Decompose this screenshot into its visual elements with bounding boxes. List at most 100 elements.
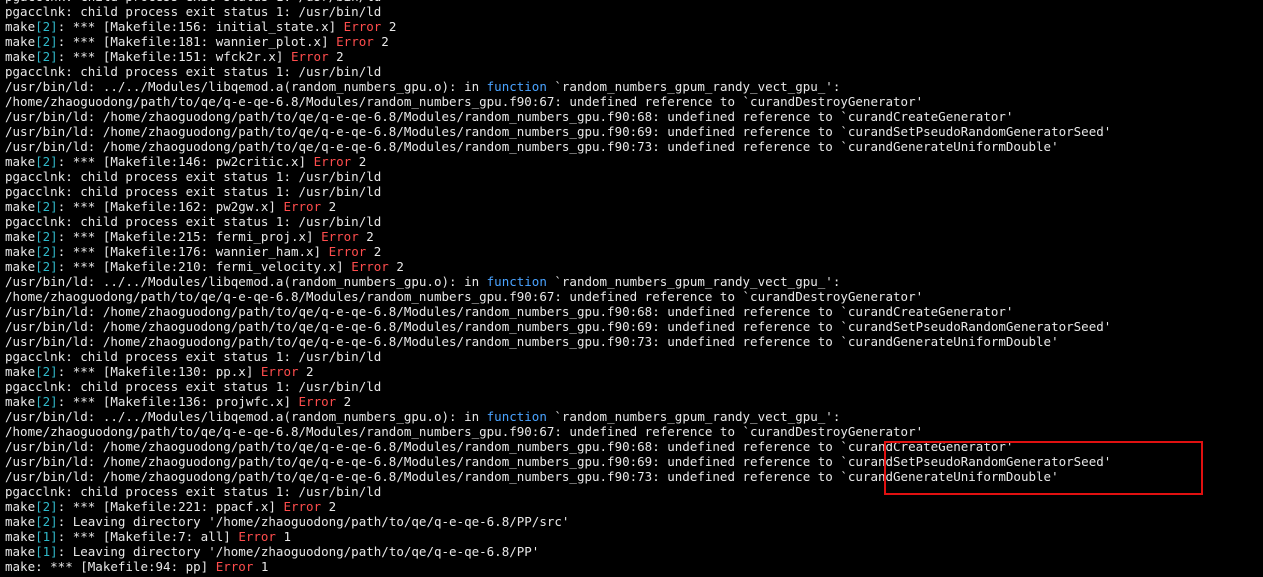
terminal-line: /usr/bin/ld: /home/zhaoguodong/path/to/q… [5,139,1263,154]
terminal-text-segment: 2 [373,34,389,49]
terminal-text-segment: /usr/bin/ld: /home/zhaoguodong/path/to/q… [5,124,1112,139]
terminal-text-segment: /usr/bin/ld: ../../Modules/libqemod.a(ra… [5,79,487,94]
terminal-text-segment: /usr/bin/ld: /home/zhaoguodong/path/to/q… [5,454,1112,469]
terminal-text-segment: /usr/bin/ld: /home/zhaoguodong/path/to/q… [5,439,1014,454]
terminal-text-segment: : *** [Makefile:7: all] [57,529,239,544]
terminal-text-segment: 2 [336,394,352,409]
terminal-text-segment: 2 [358,229,374,244]
terminal-text-segment: Error [260,364,299,379]
terminal-line: /usr/bin/ld: /home/zhaoguodong/path/to/q… [5,454,1263,469]
terminal-text-segment: 2 [381,19,397,34]
terminal-line: make[2]: *** [Makefile:215: fermi_proj.x… [5,229,1263,244]
terminal-text-segment: [2] [35,394,58,409]
terminal-text-segment: make [5,154,36,169]
terminal-line: make[2]: *** [Makefile:151: wfck2r.x] Er… [5,49,1263,64]
terminal-text-segment: [2] [35,49,58,64]
terminal-text-segment: 2 [366,244,382,259]
terminal-text-segment: `random_numbers_gpum_randy_vect_gpu_': [546,274,841,289]
terminal-text-segment: function [486,79,547,94]
terminal-line: pgacclnk: child process exit status 1: /… [5,484,1263,499]
terminal-text-segment: make: *** [Makefile:94: pp] [5,559,216,574]
terminal-text-segment: make [5,364,36,379]
terminal-text-segment: make [5,544,36,559]
terminal-line: make[2]: *** [Makefile:130: pp.x] Error … [5,364,1263,379]
terminal-text-segment: /usr/bin/ld: /home/zhaoguodong/path/to/q… [5,469,1059,484]
terminal-text-segment: : *** [Makefile:146: pw2critic.x] [57,154,314,169]
terminal-text-segment: /usr/bin/ld: /home/zhaoguodong/path/to/q… [5,334,1059,349]
terminal-text-segment: : *** [Makefile:215: fermi_proj.x] [57,229,322,244]
terminal-text-segment: 2 [388,259,404,274]
terminal-text-segment: 2 [351,154,367,169]
terminal-line: /usr/bin/ld: /home/zhaoguodong/path/to/q… [5,109,1263,124]
terminal-text-segment: /home/zhaoguodong/path/to/qe/q-e-qe-6.8/… [5,94,924,109]
terminal-text-segment: /usr/bin/ld: /home/zhaoguodong/path/to/q… [5,304,1014,319]
terminal-text-segment: make [5,394,36,409]
terminal-text-segment: [2] [35,229,58,244]
terminal-text-segment: : *** [Makefile:162: pw2gw.x] [57,199,284,214]
terminal-text-segment: [2] [35,364,58,379]
terminal-line: make[2]: Leaving directory '/home/zhaogu… [5,514,1263,529]
terminal-text-segment: Error [238,529,276,544]
terminal-line: pgacclnk: child process exit status 1: /… [5,214,1263,229]
terminal-line: /usr/bin/ld: /home/zhaoguodong/path/to/q… [5,304,1263,319]
terminal-line: /home/zhaoguodong/path/to/qe/q-e-qe-6.8/… [5,424,1263,439]
terminal-line: make[2]: *** [Makefile:181: wannier_plot… [5,34,1263,49]
terminal-text-segment: pgacclnk: child process exit status 1: /… [5,379,382,394]
terminal-text-segment: [2] [35,199,58,214]
terminal-line: make[2]: *** [Makefile:146: pw2critic.x]… [5,154,1263,169]
terminal-text-segment: [2] [35,19,58,34]
terminal-text-segment: make [5,199,36,214]
terminal-text-segment: /usr/bin/ld: /home/zhaoguodong/path/to/q… [5,109,1014,124]
terminal-text-segment: : *** [Makefile:151: wfck2r.x] [57,49,291,64]
terminal-text-segment: Error [283,199,322,214]
terminal-text-segment: make [5,19,36,34]
terminal-line: /usr/bin/ld: ../../Modules/libqemod.a(ra… [5,79,1263,94]
terminal-text-segment: [2] [35,514,58,529]
terminal-text-segment: Error [321,229,359,244]
terminal-output[interactable]: pgacclnk: child process exit status 1: /… [0,0,1263,574]
terminal-line: pgacclnk: child process exit status 1: /… [5,64,1263,79]
terminal-text-segment: make [5,259,36,274]
terminal-text-segment: /usr/bin/ld: ../../Modules/libqemod.a(ra… [5,409,487,424]
terminal-line: /usr/bin/ld: /home/zhaoguodong/path/to/q… [5,124,1263,139]
terminal-line: /home/zhaoguodong/path/to/qe/q-e-qe-6.8/… [5,94,1263,109]
terminal-line: pgacclnk: child process exit status 1: /… [5,184,1263,199]
terminal-line: make[1]: *** [Makefile:7: all] Error 1 [5,529,1263,544]
terminal-line: pgacclnk: child process exit status 1: /… [5,349,1263,364]
terminal-text-segment: /home/zhaoguodong/path/to/qe/q-e-qe-6.8/… [5,289,924,304]
terminal-text-segment: : *** [Makefile:210: fermi_velocity.x] [57,259,352,274]
terminal-text-segment: make [5,514,36,529]
terminal-text-segment: [1] [35,544,58,559]
terminal-text-segment: [2] [35,154,58,169]
terminal-text-segment: [1] [35,529,58,544]
terminal-text-segment: : *** [Makefile:136: projwfc.x] [57,394,299,409]
terminal-line: make[2]: *** [Makefile:210: fermi_veloci… [5,259,1263,274]
terminal-text-segment: make [5,34,36,49]
terminal-line: pgacclnk: child process exit status 1: /… [5,379,1263,394]
terminal-line: pgacclnk: child process exit status 1: /… [5,169,1263,184]
terminal-line: /usr/bin/ld: /home/zhaoguodong/path/to/q… [5,469,1263,484]
terminal-text-segment: pgacclnk: child process exit status 1: /… [5,64,382,79]
terminal-text-segment: : *** [Makefile:176: wannier_ham.x] [57,244,329,259]
terminal-text-segment: Error [215,559,254,574]
terminal-line: /usr/bin/ld: /home/zhaoguodong/path/to/q… [5,439,1263,454]
terminal-text-segment: Error [290,49,329,64]
terminal-line: make[2]: *** [Makefile:221: ppacf.x] Err… [5,499,1263,514]
terminal-text-segment: pgacclnk: child process exit status 1: /… [5,169,382,184]
terminal-line: make[2]: *** [Makefile:136: projwfc.x] E… [5,394,1263,409]
terminal-text-segment: Error [283,499,322,514]
terminal-text-segment: Error [343,19,382,34]
terminal-text-segment: 2 [321,199,337,214]
terminal-line: /usr/bin/ld: ../../Modules/libqemod.a(ra… [5,274,1263,289]
terminal-text-segment: /usr/bin/ld: ../../Modules/libqemod.a(ra… [5,274,487,289]
terminal-text-segment: pgacclnk: child process exit status 1: /… [5,349,382,364]
terminal-line: make[1]: Leaving directory '/home/zhaogu… [5,544,1263,559]
terminal-text-segment: function [486,274,547,289]
terminal-line: make[2]: *** [Makefile:156: initial_stat… [5,19,1263,34]
terminal-text-segment: make [5,529,36,544]
terminal-text-segment: Error [298,394,337,409]
terminal-text-segment: 2 [328,49,344,64]
terminal-text-segment: : *** [Makefile:156: initial_state.x] [57,19,344,34]
terminal-line: pgacclnk: child process exit status 1: /… [5,4,1263,19]
terminal-text-segment: make [5,229,36,244]
